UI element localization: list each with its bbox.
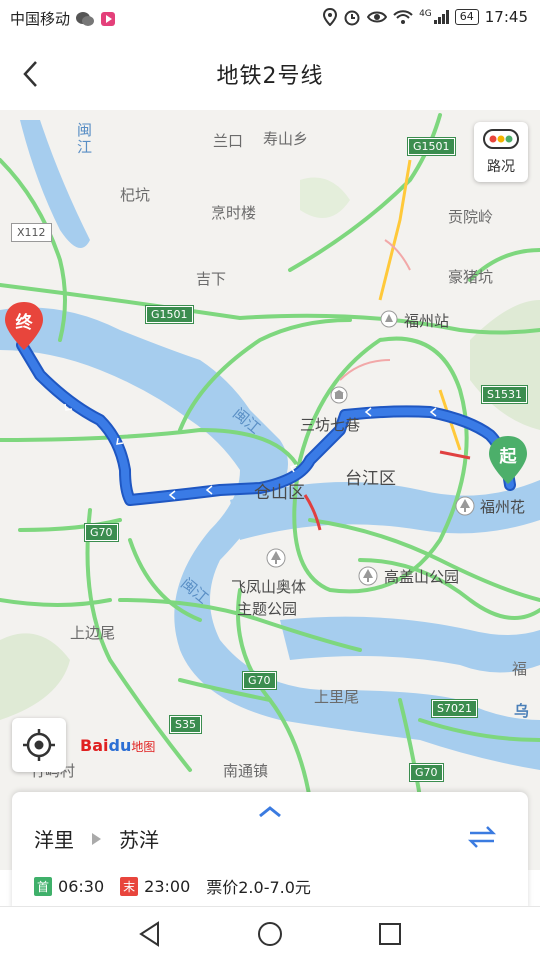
fare-range: 票价2.0-7.0元 — [206, 878, 311, 897]
wechat-icon — [76, 11, 95, 27]
road-shield: X112 — [12, 224, 51, 241]
road-shield: G1501 — [146, 306, 193, 323]
place-label: 仓山区 — [254, 483, 305, 503]
app-notification-icon — [100, 11, 116, 27]
place-label: 乌 — [514, 702, 530, 720]
place-label: 高盖山公园 — [384, 568, 460, 586]
place-label: 福 — [512, 660, 528, 678]
road-shield: S7021 — [432, 700, 477, 717]
road-shield: S1531 — [482, 386, 527, 403]
carrier-name: 中国移动 — [10, 10, 71, 28]
first-train-time: 06:30 — [58, 876, 105, 896]
from-station: 洋里 — [34, 828, 74, 852]
system-nav-bar — [0, 906, 540, 961]
nav-recents-icon[interactable] — [376, 920, 404, 948]
place-label: 上里尾 — [314, 688, 360, 706]
park-icon — [266, 548, 286, 568]
signal-icon: 4G — [419, 9, 449, 25]
eye-icon — [367, 10, 388, 24]
end-marker-label: 终 — [15, 313, 33, 333]
last-train-time: 23:00 — [144, 876, 191, 896]
park-icon — [455, 496, 475, 516]
map-provider-logo: Baidu地图 — [80, 736, 155, 755]
road-shield: S35 — [170, 716, 201, 733]
road-shield: G70 — [410, 764, 443, 781]
place-label: 南通镇 — [223, 762, 269, 780]
locate-icon — [23, 729, 55, 761]
swap-icon[interactable] — [466, 824, 498, 850]
place-label: 寿山乡 — [263, 130, 309, 148]
place-label: 福州站 — [404, 312, 450, 330]
alarm-icon — [343, 8, 361, 26]
start-marker[interactable]: 起 — [486, 434, 530, 488]
place-label: 台江区 — [345, 469, 396, 489]
network-type: 4G — [419, 9, 432, 19]
traffic-toggle-button[interactable]: 路况 — [474, 122, 528, 182]
logo-suffix: 地图 — [131, 740, 156, 754]
end-marker[interactable]: 终 — [2, 300, 46, 354]
locate-button[interactable] — [12, 718, 66, 772]
map-view[interactable]: 兰口 寿山乡 杞坑 烹时楼 贡院岭 吉下 豪猪坑 福州站 三坊七巷 台江区 仓山… — [0, 110, 540, 870]
road-shield: G70 — [243, 672, 276, 689]
caret-up-icon[interactable] — [256, 804, 284, 818]
place-label: 上边尾 — [70, 624, 116, 642]
place-label: 兰口 — [213, 132, 244, 150]
place-label: 杞坑 — [120, 186, 151, 204]
traffic-label: 路况 — [487, 159, 515, 175]
road-shield: G1501 — [408, 138, 455, 155]
logo-text: Bai — [80, 736, 109, 755]
clock: 17:45 — [484, 8, 528, 26]
place-label: 飞凤山奥体 — [231, 578, 307, 596]
road-shield: G70 — [85, 524, 118, 541]
place-label: 贡院岭 — [448, 208, 494, 226]
logo-du: du — [108, 736, 132, 755]
to-station: 苏洋 — [119, 828, 159, 852]
place-label: 烹时楼 — [211, 204, 257, 222]
river-label: 闽江 — [75, 122, 93, 156]
station-range: 洋里 苏洋 — [34, 824, 159, 853]
place-label: 主题公园 — [237, 600, 298, 618]
traffic-icon — [483, 129, 519, 149]
battery-indicator: 64 — [454, 9, 479, 25]
header: 地铁2号线 — [0, 36, 540, 111]
place-label: 吉下 — [196, 270, 227, 288]
line-info-card[interactable]: 洋里 苏洋 首 06:30 末 23:00 票价2.0-7.0元 — [12, 792, 528, 910]
wifi-icon — [393, 9, 413, 25]
start-marker-label: 起 — [499, 447, 517, 467]
place-label: 福州花 — [480, 498, 526, 516]
first-train-badge: 首 — [34, 876, 53, 896]
park-icon — [358, 566, 378, 586]
direction-arrow-icon — [92, 832, 101, 845]
last-train-badge: 末 — [120, 876, 139, 896]
nav-back-icon[interactable] — [136, 920, 164, 948]
place-label: 豪猪坑 — [448, 268, 494, 286]
landmark-icon — [330, 386, 348, 404]
train-station-icon — [380, 310, 398, 328]
service-hours: 首 06:30 末 23:00 票价2.0-7.0元 — [34, 874, 311, 898]
nav-home-icon[interactable] — [256, 920, 284, 948]
page-title: 地铁2号线 — [216, 64, 324, 89]
place-label: 三坊七巷 — [300, 416, 361, 434]
status-bar: 中国移动 4G 64 17:45 — [0, 0, 540, 36]
location-icon — [323, 8, 338, 26]
